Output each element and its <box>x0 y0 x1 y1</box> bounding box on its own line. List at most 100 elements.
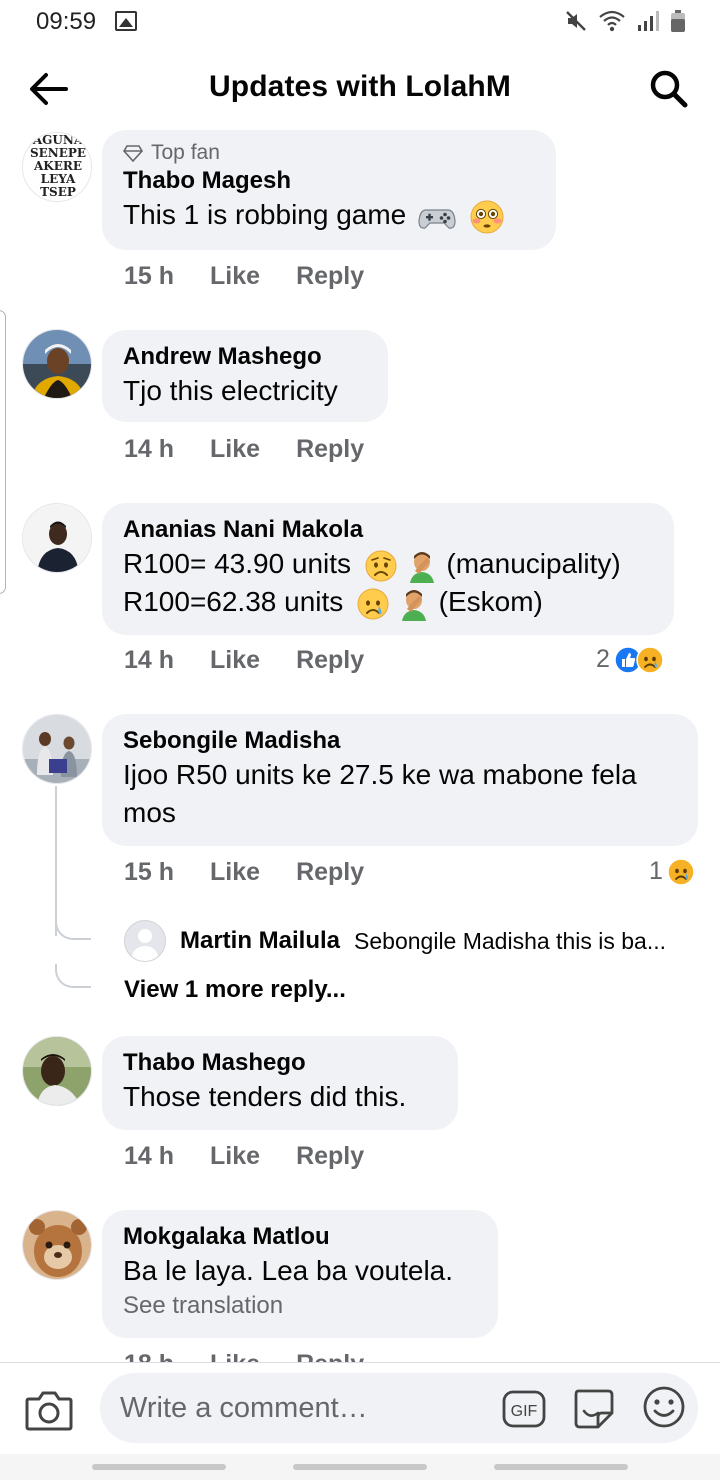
comment-composer: GIF <box>0 1362 720 1454</box>
view-more-replies-link[interactable]: View 1 more reply... <box>124 976 346 1004</box>
comment-text: Ijoo R50 units ke 27.5 ke wa mabone fela… <box>123 759 637 828</box>
avatar-photo <box>23 504 91 572</box>
comment-author[interactable]: Thabo Magesh <box>123 166 534 196</box>
svg-text:LEYA: LEYA <box>41 172 76 186</box>
like-button[interactable]: Like <box>210 1142 260 1171</box>
avatar[interactable] <box>22 329 92 399</box>
reaction-count: 1 <box>649 857 663 885</box>
comment-actions: 15 h Like Reply <box>124 262 364 291</box>
comment-time[interactable]: 14 h <box>124 1142 174 1171</box>
nav-back-handle[interactable] <box>494 1464 628 1470</box>
gamepad-emoji <box>418 209 456 229</box>
avatar[interactable]: AGUNA SENEPE AKERE LEYA TSEP <box>22 132 92 202</box>
comment-time[interactable]: 18 h <box>124 1350 174 1362</box>
emoji-button[interactable] <box>642 1385 686 1429</box>
like-button[interactable]: Like <box>210 646 260 675</box>
reply-button[interactable]: Reply <box>296 1350 364 1362</box>
sad-emoji <box>365 550 397 582</box>
comment-text: Ba le laya. Lea ba voutela. <box>123 1255 454 1286</box>
avatar-photo <box>23 715 91 783</box>
like-button[interactable]: Like <box>210 1350 260 1362</box>
comments-list: AGUNA SENEPE AKERE LEYA TSEP Top fan Tha… <box>0 126 720 1362</box>
comment-author[interactable]: Sebongile Madisha <box>123 726 676 756</box>
svg-text:AKERE: AKERE <box>33 159 82 173</box>
comment-line: (Eskom) <box>438 586 543 617</box>
camera-button[interactable] <box>24 1387 74 1433</box>
reaction-count: 2 <box>596 645 610 673</box>
thread-connector <box>55 916 91 940</box>
flushed-emoji <box>470 200 504 234</box>
gallery-notification-icon <box>115 11 137 31</box>
crying-emoji <box>357 588 389 620</box>
avatar[interactable] <box>22 1036 92 1106</box>
top-fan-badge: Top fan <box>123 140 534 166</box>
comment-text: R100= 43.90 units (manucipality) <box>123 545 652 583</box>
camera-icon <box>25 1391 73 1431</box>
comment-bubble[interactable]: Sebongile Madisha Ijoo R50 units ke 27.5… <box>102 714 698 846</box>
nav-home-handle[interactable] <box>293 1464 427 1470</box>
reply-button[interactable]: Reply <box>296 858 364 887</box>
comment-time[interactable]: 14 h <box>124 435 174 464</box>
svg-text:TSEP: TSEP <box>40 185 76 199</box>
sticker-button[interactable] <box>570 1385 616 1431</box>
comment-author[interactable]: Ananias Nani Makola <box>123 515 652 545</box>
avatar[interactable] <box>22 714 92 784</box>
avatar-photo <box>23 1211 91 1279</box>
facepalm-emoji <box>409 551 434 583</box>
thread-line <box>55 786 57 936</box>
top-app-bar: Updates with LolahM <box>0 52 720 126</box>
comment-line: R100= 43.90 units <box>123 548 352 579</box>
search-icon <box>650 70 688 108</box>
signal-icon <box>638 11 659 31</box>
avatar-text-image: AGUNA SENEPE AKERE LEYA TSEP <box>23 133 91 201</box>
comment-author[interactable]: Andrew Mashego <box>123 342 366 372</box>
comment-author[interactable]: Mokgalaka Matlou <box>123 1222 476 1252</box>
sad-reaction-icon <box>667 857 695 886</box>
reply-preview[interactable]: Martin Mailula Sebongile Madisha this is… <box>124 920 666 962</box>
reply-author[interactable]: Martin Mailula <box>180 927 340 955</box>
like-button[interactable]: Like <box>210 262 260 291</box>
comment-actions: 15 h Like Reply <box>124 858 364 887</box>
comment-time[interactable]: 14 h <box>124 646 174 675</box>
smiley-icon <box>643 1386 685 1428</box>
status-time: 09:59 <box>36 8 97 35</box>
search-button[interactable] <box>646 66 692 112</box>
nav-recents-handle[interactable] <box>92 1464 226 1470</box>
comment-time[interactable]: 15 h <box>124 262 174 291</box>
avatar-photo <box>23 330 91 398</box>
comment-line: This 1 is robbing game <box>123 199 407 230</box>
like-button[interactable]: Like <box>210 435 260 464</box>
facepalm-emoji <box>401 589 426 621</box>
comment-bubble[interactable]: Top fan Thabo Magesh This 1 is robbing g… <box>102 130 556 250</box>
avatar[interactable] <box>22 1210 92 1280</box>
battery-icon <box>671 10 685 32</box>
reply-button[interactable]: Reply <box>296 1142 364 1171</box>
reply-button[interactable]: Reply <box>296 435 364 464</box>
comment-author[interactable]: Thabo Mashego <box>123 1048 436 1078</box>
comment-bubble[interactable]: Thabo Mashego Those tenders did this. <box>102 1036 458 1130</box>
sad-reaction-icon <box>636 645 664 674</box>
like-button[interactable]: Like <box>210 858 260 887</box>
status-icons <box>564 8 686 34</box>
mute-icon <box>566 11 586 31</box>
default-avatar-icon[interactable] <box>124 920 166 962</box>
reply-button[interactable]: Reply <box>296 646 364 675</box>
avatar-photo <box>23 1037 91 1105</box>
comment-actions: 14 h Like Reply <box>124 646 364 675</box>
comment-line: (manucipality) <box>446 548 621 579</box>
status-bar: 09:59 <box>0 0 720 44</box>
gif-button[interactable]: GIF <box>502 1389 546 1429</box>
reaction-summary[interactable]: 2 <box>596 645 664 674</box>
reply-button[interactable]: Reply <box>296 262 364 291</box>
avatar[interactable] <box>22 503 92 573</box>
reaction-summary[interactable]: 1 <box>649 857 695 886</box>
system-nav-bar <box>0 1454 720 1480</box>
see-translation-link[interactable]: See translation <box>123 1290 476 1322</box>
comment-bubble[interactable]: Mokgalaka Matlou Ba le laya. Lea ba vout… <box>102 1210 498 1338</box>
svg-text:AGUNA: AGUNA <box>32 133 84 147</box>
comment-bubble[interactable]: Andrew Mashego Tjo this electricity <box>102 330 388 422</box>
badge-label: Top fan <box>151 141 220 164</box>
comment-line: R100=62.38 units <box>123 586 344 617</box>
comment-bubble[interactable]: Ananias Nani Makola R100= 43.90 units (m… <box>102 503 674 635</box>
comment-time[interactable]: 15 h <box>124 858 174 887</box>
